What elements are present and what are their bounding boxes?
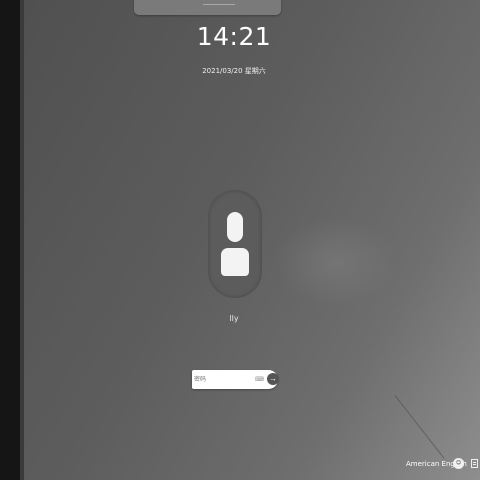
avatar-head (227, 212, 243, 242)
avatar-body (221, 248, 249, 276)
arrow-right-icon: → (267, 373, 279, 385)
power-icon[interactable] (471, 459, 478, 468)
password-input[interactable] (194, 373, 254, 386)
top-panel-handle[interactable] (203, 0, 235, 5)
lock-screen: 14:21 2021/03/20 星期六 lly ⌨ → American En… (0, 0, 480, 480)
user-switch-icon[interactable]: ☺ (453, 458, 464, 469)
user-avatar-icon[interactable] (208, 190, 262, 298)
clock-date: 2021/03/20 星期六 (202, 67, 266, 75)
clock-time: 14:21 (196, 22, 272, 51)
wallpaper-streak (394, 395, 445, 459)
keyboard-icon[interactable]: ⌨ (255, 376, 264, 383)
user-name-label: lly (229, 314, 239, 323)
password-field-container: ⌨ (192, 370, 278, 389)
top-dropdown-panel[interactable] (134, 0, 281, 15)
submit-button[interactable]: → (267, 370, 279, 389)
